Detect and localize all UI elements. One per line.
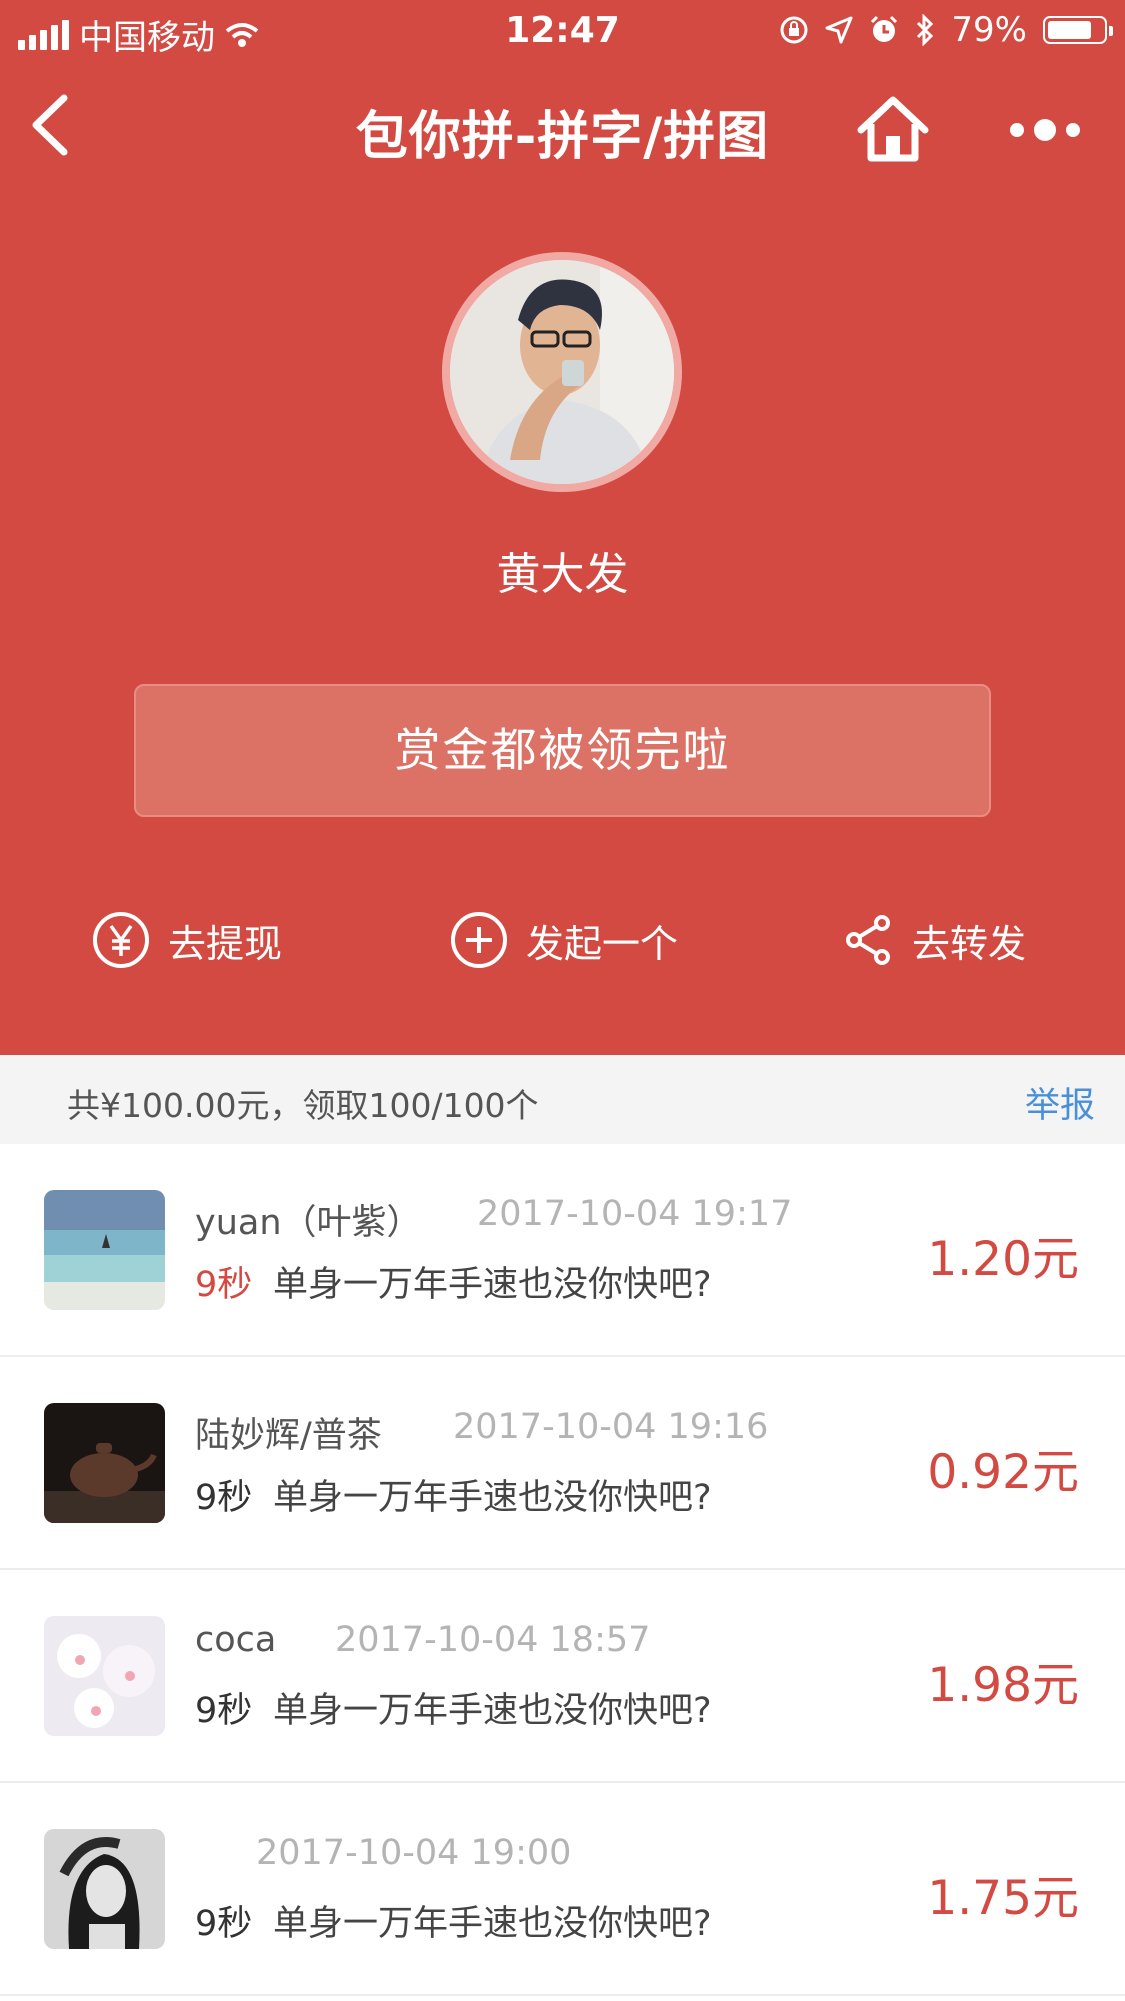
record-message: 单身一万年手速也没你快吧?	[273, 1265, 712, 1305]
records-list: yuan（叶紫） 2017-10-04 19:17 9秒 单身一万年手速也没你快…	[0, 1144, 1125, 1996]
start-one-button[interactable]: 发起一个	[450, 905, 678, 975]
home-icon[interactable]	[855, 94, 931, 164]
record-amount: 1.75元	[927, 1871, 1079, 1926]
nav-bar: 包你拼-拼字/拼图	[0, 68, 1125, 188]
action-row: 去提现 发起一个 去转发	[0, 905, 1125, 975]
avatar	[44, 1616, 165, 1736]
battery-percent: 79%	[951, 10, 1027, 50]
record-name: coca	[195, 1620, 277, 1660]
record-date: 2017-10-04 19:16	[453, 1407, 769, 1447]
summary-bar: 共¥100.00元，领取100/100个 举报	[0, 1055, 1125, 1144]
report-link[interactable]: 举报	[1025, 1077, 1095, 1128]
avatar	[44, 1829, 165, 1949]
record-duration: 9秒	[195, 1265, 253, 1305]
record-name: yuan（叶紫）	[195, 1203, 422, 1243]
record-message: 单身一万年手速也没你快吧?	[273, 1904, 712, 1944]
record-amount: 1.20元	[927, 1232, 1079, 1287]
alarm-icon	[871, 15, 898, 42]
record-duration: 9秒	[195, 1904, 253, 1944]
status-bar: 中国移动 12:47 79%	[0, 0, 1125, 60]
bluetooth-icon	[917, 14, 934, 46]
summary-text: 共¥100.00元，领取100/100个	[67, 1086, 539, 1125]
plus-circle-icon	[451, 912, 507, 968]
page-title: 包你拼-拼字/拼图	[355, 107, 770, 167]
withdraw-label: 去提现	[168, 921, 283, 966]
record-message: 单身一万年手速也没你快吧?	[273, 1478, 712, 1518]
avatar-photo	[450, 260, 674, 484]
record-date: 2017-10-04 19:17	[477, 1194, 793, 1234]
record-amount: 1.98元	[927, 1658, 1079, 1713]
avatar	[44, 1403, 165, 1523]
share-label: 去转发	[912, 921, 1027, 966]
record-amount: 0.92元	[927, 1445, 1079, 1500]
location-icon	[825, 16, 853, 44]
list-item[interactable]: 陆妙辉/普茶 2017-10-04 19:16 9秒 单身一万年手速也没你快吧?…	[0, 1357, 1125, 1570]
record-date: 2017-10-04 18:57	[335, 1620, 651, 1660]
record-date: 2017-10-04 19:00	[256, 1833, 572, 1873]
record-message: 单身一万年手速也没你快吧?	[273, 1691, 712, 1731]
avatar	[442, 252, 682, 492]
list-item[interactable]: 2017-10-04 19:00 9秒 单身一万年手速也没你快吧? 1.75元	[0, 1783, 1125, 1996]
orientation-lock-icon	[780, 16, 808, 44]
list-item[interactable]: coca 2017-10-04 18:57 9秒 单身一万年手速也没你快吧? 1…	[0, 1570, 1125, 1783]
record-duration: 9秒	[195, 1691, 253, 1731]
battery-fill	[1048, 21, 1091, 39]
record-name: 陆妙辉/普茶	[195, 1416, 382, 1456]
status-banner: 赏金都被领完啦	[134, 684, 991, 817]
more-dots-icon[interactable]	[1010, 110, 1090, 150]
battery-icon	[1043, 16, 1113, 44]
list-item[interactable]: yuan（叶紫） 2017-10-04 19:17 9秒 单身一万年手速也没你快…	[0, 1144, 1125, 1357]
record-duration: 9秒	[195, 1478, 253, 1518]
start-one-label: 发起一个	[526, 921, 679, 966]
user-name: 黄大发	[496, 549, 629, 600]
avatar	[44, 1190, 165, 1310]
share-button[interactable]: 去转发	[842, 905, 1026, 975]
withdraw-button[interactable]: 去提现	[92, 905, 282, 975]
yen-circle-icon	[93, 912, 149, 968]
share-icon	[846, 915, 890, 965]
